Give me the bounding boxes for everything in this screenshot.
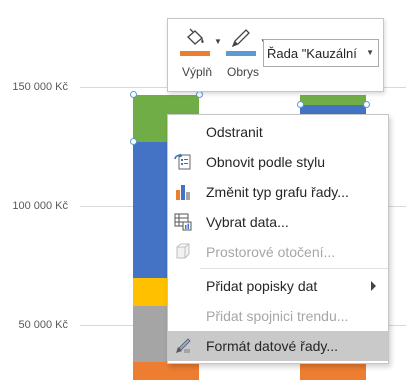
menu-item-reset-style[interactable]: Obnovit podle stylu	[168, 147, 388, 177]
chart-element-selector-value: Řada "Kauzální	[267, 46, 357, 61]
bar-2-segment-orange[interactable]	[300, 362, 366, 380]
mini-toolbar: ▼ Výplň ▼ Obrys Řada "Kauzální ▼	[167, 18, 384, 92]
menu-item-3d-rotation: Prostorové otočení...	[168, 237, 388, 267]
menu-item-label: Prostorové otočení...	[206, 244, 336, 260]
menu-item-add-trendline: Přidat spojnici trendu...	[168, 301, 388, 331]
outline-button[interactable]: ▼ Obrys	[220, 25, 268, 85]
menu-item-delete[interactable]: Odstranit	[168, 117, 388, 147]
y-axis-label: 50 000 Kč	[18, 319, 68, 331]
menu-item-label: Přidat spojnici trendu...	[206, 308, 349, 324]
outline-color-swatch	[226, 51, 256, 56]
selection-handle[interactable]	[363, 101, 370, 108]
menu-item-label: Odstranit	[206, 124, 263, 140]
selection-handle[interactable]	[130, 91, 137, 98]
menu-item-label: Přidat popisky dat	[206, 278, 318, 294]
chevron-down-icon[interactable]: ▼	[366, 48, 374, 57]
fill-color-swatch	[180, 51, 210, 56]
chart-element-selector[interactable]: Řada "Kauzální ▼	[263, 39, 379, 67]
menu-item-label: Změnit typ grafu řady...	[206, 184, 349, 200]
select-data-icon	[174, 213, 192, 231]
bar-2-segment-green[interactable]	[300, 95, 366, 105]
y-axis-label: 150 000 Kč	[12, 81, 68, 93]
menu-separator	[200, 268, 388, 269]
format-brush-icon	[174, 337, 192, 355]
pencil-icon	[224, 27, 262, 57]
submenu-arrow-icon	[371, 281, 376, 291]
menu-item-label: Formát datové řady...	[206, 338, 339, 354]
bar-chart-icon	[174, 183, 192, 201]
paint-bucket-icon	[178, 27, 216, 57]
menu-item-label: Obnovit podle stylu	[206, 154, 326, 170]
menu-item-add-data-labels[interactable]: Přidat popisky dat	[168, 271, 388, 301]
fill-button[interactable]: ▼ Výplň	[174, 25, 222, 85]
menu-item-change-chart-type[interactable]: Změnit typ grafu řady...	[168, 177, 388, 207]
cube-icon	[174, 243, 192, 261]
y-axis-label: 100 000 Kč	[12, 200, 68, 212]
selection-handle[interactable]	[297, 101, 304, 108]
outline-label: Obrys	[226, 65, 259, 79]
reset-style-icon	[174, 153, 192, 171]
selection-handle[interactable]	[130, 138, 137, 145]
menu-item-select-data[interactable]: Vybrat data...	[168, 207, 388, 237]
selection-handle[interactable]	[196, 91, 203, 98]
menu-item-label: Vybrat data...	[206, 214, 289, 230]
menu-item-format-data-series[interactable]: Formát datové řady...	[168, 331, 388, 361]
context-menu: Odstranit Obnovit podle stylu Změnit typ	[167, 114, 389, 364]
bar-1-segment-orange[interactable]	[133, 362, 199, 380]
fill-label: Výplň	[181, 65, 213, 79]
